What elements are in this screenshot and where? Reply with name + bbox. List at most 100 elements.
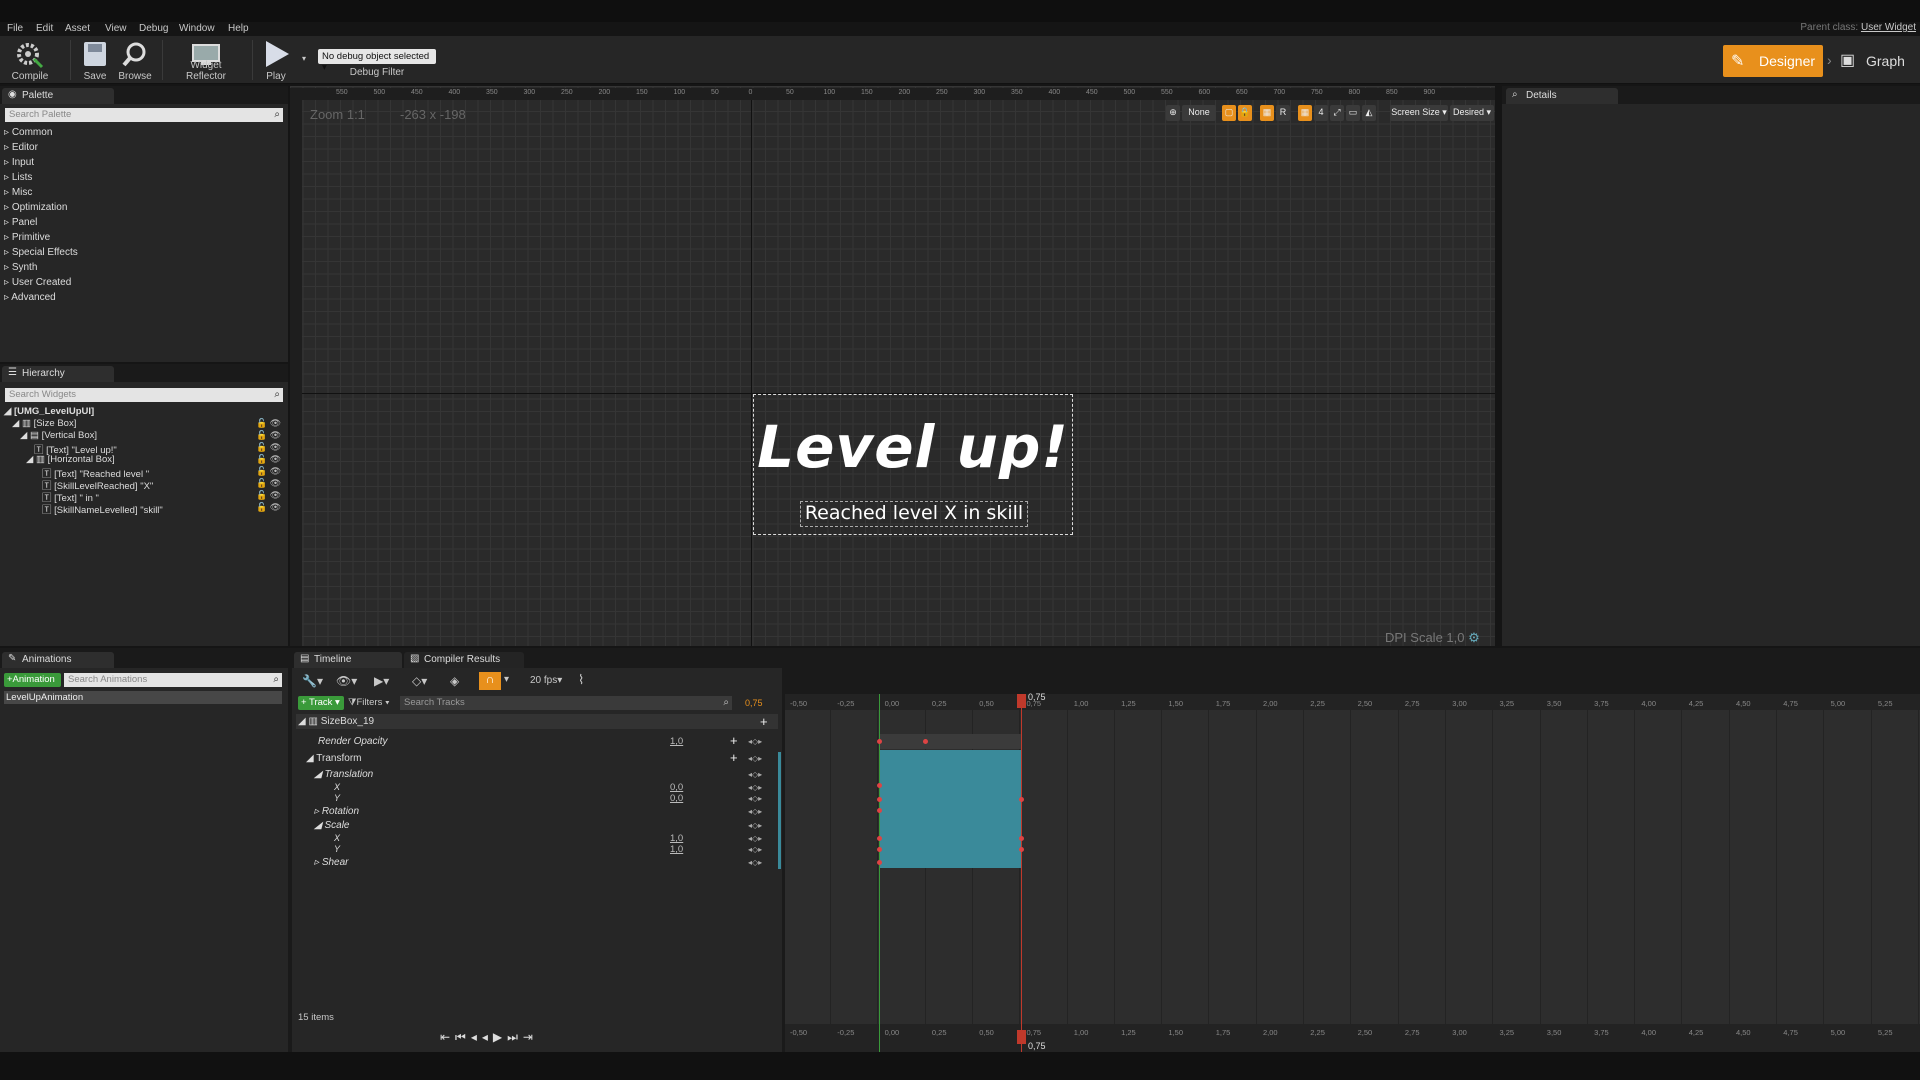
palette-category-misc[interactable]: ▹ Misc (4, 187, 32, 198)
palette-category-advanced[interactable]: ▹ Advanced (4, 292, 56, 303)
filters-dropdown[interactable]: ⧩Filters ▾ (348, 697, 390, 708)
track-rotation[interactable]: ▹ Rotation (314, 806, 359, 817)
track-sizebox[interactable]: ◢ ▥ SizeBox_19 (298, 716, 374, 727)
animations-search-input[interactable]: Search Animations ⌕ (64, 673, 282, 687)
keyframe-nav-icons[interactable]: ◂◇▸ (748, 807, 762, 816)
wrench-icon[interactable]: 🔧▾ (302, 674, 323, 688)
keyframe[interactable] (877, 783, 882, 788)
graph-mode-button[interactable]: ▣ Graph (1838, 45, 1918, 77)
keyframe[interactable] (877, 797, 882, 802)
keyframe-nav-icons[interactable]: ◂◇▸ (748, 783, 762, 792)
reached-level-text[interactable]: Reached level X in skill (800, 501, 1028, 527)
lock-visibility-icons[interactable]: 🔓 👁 (256, 466, 281, 477)
opacity-section[interactable] (879, 734, 1021, 749)
track-translation-y[interactable]: Y (334, 793, 340, 803)
keyframe-nav-icons[interactable]: ◂◇▸ (748, 858, 762, 867)
add-track-plus-icon[interactable]: + (760, 714, 768, 729)
track-scale[interactable]: ◢ Scale (314, 820, 349, 831)
none-button[interactable]: None (1182, 105, 1216, 121)
palette-category-primitive[interactable]: ▹ Primitive (4, 232, 50, 243)
palette-category-special-effects[interactable]: ▹ Special Effects (4, 247, 78, 258)
palette-category-user-created[interactable]: ▹ User Created (4, 277, 71, 288)
play-button[interactable]: Play (258, 36, 294, 84)
keyframe-nav-icons[interactable]: ◂◇▸ (748, 845, 762, 854)
menu-help[interactable]: Help (228, 23, 249, 34)
track-transform[interactable]: ◢ Transform (306, 753, 362, 764)
lock-visibility-icons[interactable]: 🔓 👁 (256, 502, 281, 513)
palette-search-input[interactable]: Search Palette ⌕ (5, 108, 283, 122)
palette-category-input[interactable]: ▹ Input (4, 157, 34, 168)
add-key-plus-icon[interactable]: + (730, 733, 738, 748)
track-value[interactable]: 1,0 (670, 736, 683, 747)
palette-category-common[interactable]: ▹ Common (4, 127, 52, 138)
transform-section[interactable] (879, 750, 1021, 868)
menu-debug[interactable]: Debug (139, 23, 168, 34)
tab-compiler-results[interactable]: ▧ Compiler Results (404, 652, 524, 668)
track-value[interactable]: 0,0 (670, 782, 683, 793)
save-button[interactable]: Save (78, 36, 112, 84)
tab-animations[interactable]: ✎ Animations (2, 652, 114, 668)
playback-controls[interactable]: ⇤⏮◂◂▶⏭⇥ (440, 1030, 538, 1045)
lock-icon[interactable]: 🔒 (1238, 105, 1252, 121)
playback-options-icon[interactable]: ▶▾ (374, 674, 389, 688)
keyframe-nav-icons[interactable]: ◂◇▸ (748, 794, 762, 803)
menu-file[interactable]: File (7, 23, 23, 34)
track-value[interactable]: 0,0 (670, 793, 683, 804)
playhead-handle-bottom[interactable] (1017, 1030, 1026, 1044)
menu-view[interactable]: View (105, 23, 127, 34)
tab-details[interactable]: ⌕ Details (1506, 88, 1618, 104)
lock-visibility-icons[interactable]: 🔓 👁 (256, 478, 281, 489)
track-value[interactable]: 1,0 (670, 844, 683, 855)
hierarchy-item-size-box[interactable]: ◢ ▥ [Size Box] (12, 418, 76, 429)
snap-magnet-icon[interactable]: ∩ (479, 672, 501, 690)
keyframe[interactable] (877, 808, 882, 813)
debug-object-select[interactable]: No debug object selected ▾ (318, 49, 436, 73)
respect-locks-button[interactable]: R (1276, 105, 1290, 121)
lock-visibility-icons[interactable]: 🔓 👁 (256, 418, 281, 429)
tracks-search-input[interactable]: Search Tracks ⌕ (400, 696, 732, 710)
track-scale-x[interactable]: X (334, 833, 340, 843)
lock-visibility-icons[interactable]: 🔓 👁 (256, 454, 281, 465)
screen-size-dropdown[interactable]: Screen Size ▾ (1390, 105, 1448, 121)
tab-palette[interactable]: ◉ Palette (2, 88, 114, 104)
keyframe[interactable] (877, 847, 882, 852)
globe-icon[interactable]: ⊕ (1166, 105, 1180, 121)
palette-category-optimization[interactable]: ▹ Optimization (4, 202, 67, 213)
palette-category-panel[interactable]: ▹ Panel (4, 217, 37, 228)
add-key-plus-icon[interactable]: + (730, 750, 738, 765)
playhead-line[interactable] (1021, 694, 1022, 1052)
menu-window[interactable]: Window (179, 23, 215, 34)
keyframe-nav-icons[interactable]: ◂◇▸ (748, 834, 762, 843)
key-icon[interactable]: ◇▾ (412, 674, 427, 688)
playhead-handle-top[interactable] (1017, 694, 1026, 708)
menu-asset[interactable]: Asset (65, 23, 90, 34)
keyframe[interactable] (877, 860, 882, 865)
designer-mode-button[interactable]: ✎ Designer (1723, 45, 1823, 77)
widget-reflector-button[interactable]: Widget Reflector (170, 36, 242, 84)
compile-button[interactable]: Compile (2, 36, 58, 84)
menu-edit[interactable]: Edit (36, 23, 53, 34)
parent-class-link[interactable]: User Widget (1861, 22, 1916, 33)
tab-hierarchy[interactable]: ☰ Hierarchy (2, 366, 114, 382)
fps-dropdown[interactable]: 20 fps▾ (530, 675, 562, 686)
lock-visibility-icons[interactable]: 🔓 👁 (256, 442, 281, 453)
track-render-opacity[interactable]: Render Opacity (318, 736, 387, 747)
eye-icon[interactable]: 👁▾ (336, 674, 357, 688)
expand-icon[interactable]: ⤢ (1330, 105, 1344, 121)
keyframe[interactable] (923, 739, 928, 744)
dpi-scale[interactable]: DPI Scale 1,0 ⚙ (1385, 630, 1480, 646)
keyframe-nav-icons[interactable]: ◂◇▸ (748, 737, 762, 746)
designer-canvas[interactable] (290, 86, 1495, 646)
flip-icon[interactable]: ◭ (1362, 105, 1376, 121)
hierarchy-item-root[interactable]: ◢ [UMG_LevelUpUI] (4, 406, 94, 417)
browse-button[interactable]: Browse (117, 36, 153, 84)
hierarchy-item-vertical-box[interactable]: ◢ ▤ [Vertical Box] (20, 430, 97, 441)
grid-size-button[interactable]: 4 (1314, 105, 1328, 121)
add-animation-button[interactable]: +Animation (4, 673, 61, 687)
track-value[interactable]: 1,0 (670, 833, 683, 844)
hierarchy-item-horizontal-box[interactable]: ◢ ▥ [Horizontal Box] (26, 454, 115, 465)
grid-icon[interactable]: ▦ (1260, 105, 1274, 121)
lock-visibility-icons[interactable]: 🔓 👁 (256, 490, 281, 501)
keyframe[interactable] (1019, 797, 1024, 802)
widget-preview-sizebox[interactable]: Level up! Reached level X in skill (753, 394, 1073, 535)
